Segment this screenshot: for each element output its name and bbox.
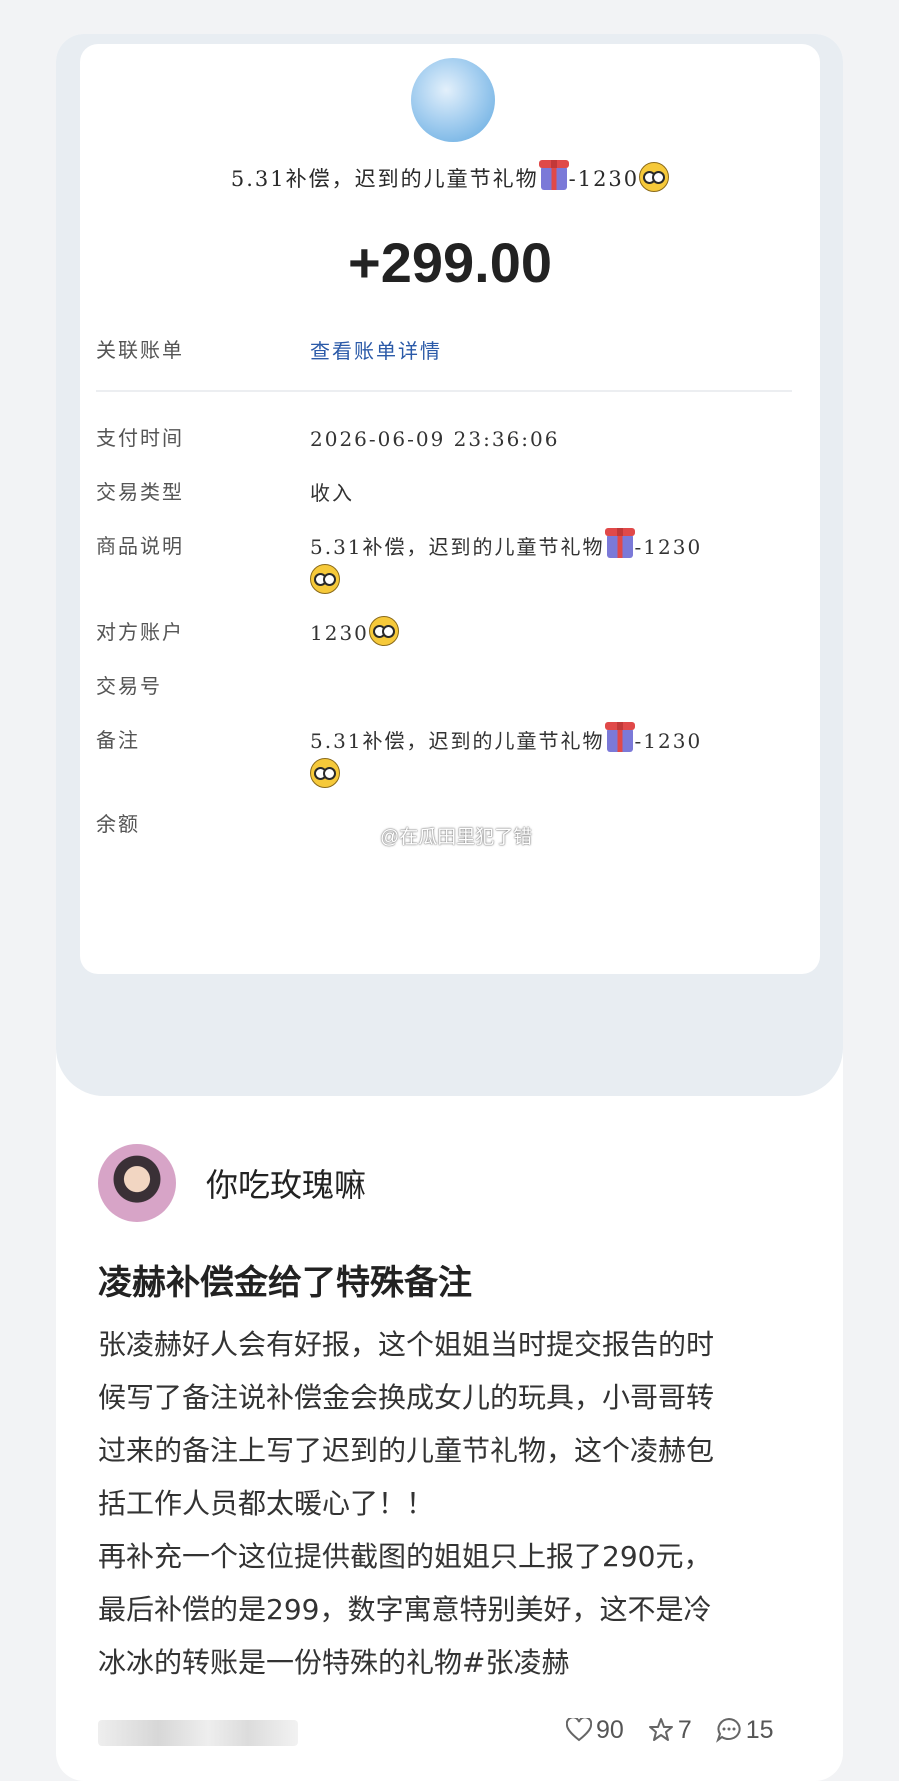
- detail-label: 对方账户: [96, 620, 184, 644]
- like-button[interactable]: 90: [566, 1716, 624, 1745]
- gift-icon: [604, 528, 635, 558]
- detail-value-text: 5.31补偿，迟到的儿童节礼物: [310, 535, 605, 559]
- blurred-timestamp: [98, 1720, 298, 1746]
- detail-label: 余额: [96, 812, 140, 836]
- detail-value: 1230: [310, 616, 780, 650]
- post-stats: 90 7 15: [566, 1713, 774, 1747]
- detail-value: 收入: [310, 481, 354, 505]
- username[interactable]: 你吃玫瑰嘛: [206, 1160, 366, 1206]
- detail-value-text: 1230: [310, 621, 369, 645]
- gift-icon: [538, 160, 569, 190]
- payer-avatar: [411, 58, 495, 142]
- linked-bill-label: 关联账单: [96, 338, 184, 362]
- face-emoji-icon: [639, 162, 670, 192]
- face-emoji-icon: [310, 758, 340, 788]
- detail-value: 2026-06-09 23:36:06: [310, 427, 560, 451]
- detail-label: 备注: [96, 728, 140, 752]
- detail-value: 5.31补偿，迟到的儿童节礼物 -1230: [310, 528, 780, 598]
- like-count: 90: [596, 1715, 624, 1744]
- divider: [96, 390, 792, 392]
- transaction-amount: +299.00: [348, 231, 552, 294]
- post-title: 凌赫补偿金给了特殊备注: [98, 1263, 472, 1303]
- detail-value: 5.31补偿，迟到的儿童节礼物 -1230: [310, 722, 780, 792]
- view-bill-details-link[interactable]: 查看账单详情: [310, 334, 780, 368]
- payment-receipt: 5.31补偿，迟到的儿童节礼物 -1230 +299.00 关联账单 查看账单详情…: [80, 44, 820, 974]
- detail-value-suffix: -1230: [634, 535, 703, 559]
- receipt-title-suffix: -1230: [568, 167, 640, 191]
- favorite-count: 7: [677, 1715, 692, 1744]
- user-avatar[interactable]: [98, 1144, 176, 1222]
- receipt-title-text: 5.31补偿，迟到的儿童节礼物: [230, 167, 539, 191]
- detail-label: 商品说明: [96, 534, 184, 558]
- gift-icon: [604, 722, 635, 752]
- detail-label: 交易类型: [96, 480, 184, 504]
- heart-icon: [566, 1718, 592, 1742]
- detail-value-suffix: -1230: [634, 729, 703, 753]
- face-emoji-icon: [368, 616, 399, 646]
- receipt-title: 5.31补偿，迟到的儿童节礼物 -1230: [80, 160, 820, 193]
- post-body: 张凌赫好人会有好报，这个姐姐当时提交报告的时 候写了备注说补偿金会换成女儿的玩具…: [98, 1328, 715, 1679]
- detail-label: 支付时间: [96, 426, 184, 450]
- favorite-button[interactable]: 7: [648, 1716, 692, 1745]
- watermark: @在瓜田里犯了错: [380, 827, 533, 848]
- star-icon: [648, 1718, 673, 1741]
- comment-count: 15: [745, 1715, 774, 1744]
- comment-icon: [715, 1717, 741, 1743]
- comment-button[interactable]: 15: [715, 1715, 774, 1745]
- detail-label: 交易号: [96, 674, 162, 698]
- detail-value-text: 5.31补偿，迟到的儿童节礼物: [310, 729, 605, 753]
- face-emoji-icon: [310, 564, 340, 594]
